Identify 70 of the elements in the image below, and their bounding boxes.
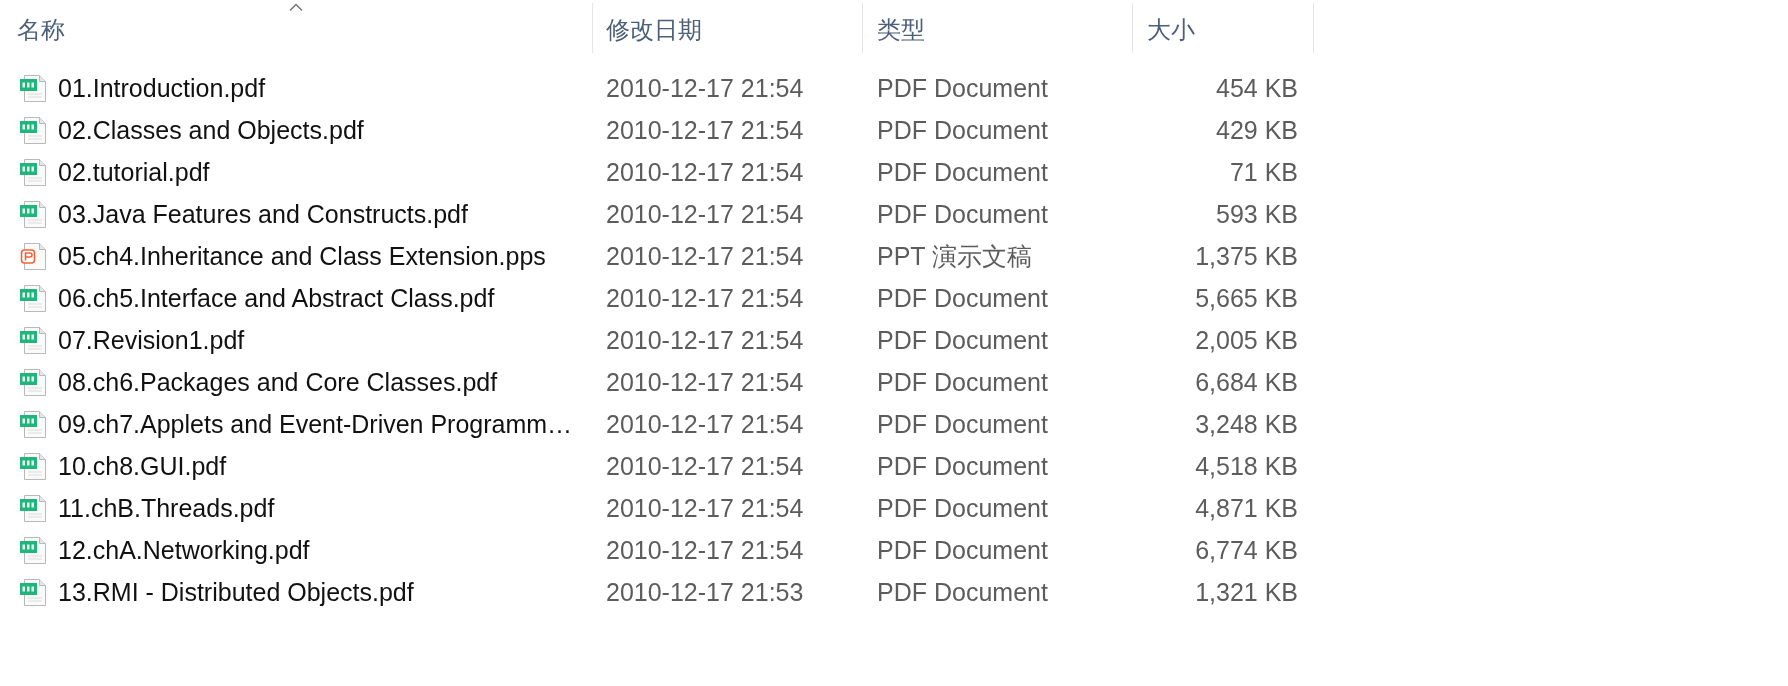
file-type: PPT 演示文稿 [877, 243, 1033, 269]
modified-date: 2010-12-17 21:54 [606, 285, 804, 311]
column-header[interactable]: 修改日期 [593, 3, 863, 53]
file-type: PDF Document [877, 495, 1048, 521]
file-type: PDF Document [877, 75, 1048, 101]
file-size: 1,375 KB [1195, 243, 1298, 269]
modified-date: 2010-12-17 21:54 [606, 369, 804, 395]
file-type: PDF Document [877, 285, 1048, 311]
pdf-file-icon [20, 410, 46, 438]
file-size: 5,665 KB [1195, 285, 1298, 311]
file-type: PDF Document [877, 327, 1048, 353]
file-name[interactable]: 01.Introduction.pdf [58, 75, 266, 101]
file-type: PDF Document [877, 579, 1048, 605]
file-size: 6,774 KB [1195, 537, 1298, 563]
pdf-file-icon [20, 368, 46, 396]
pdf-file-icon [20, 284, 46, 312]
file-name[interactable]: 12.chA.Networking.pdf [58, 537, 310, 563]
file-size: 2,005 KB [1195, 327, 1298, 353]
pdf-file-icon [20, 578, 46, 606]
modified-date: 2010-12-17 21:54 [606, 201, 804, 227]
modified-date: 2010-12-17 21:54 [606, 495, 804, 521]
modified-date: 2010-12-17 21:54 [606, 117, 804, 143]
file-size: 593 KB [1216, 201, 1298, 227]
file-type: PDF Document [877, 159, 1048, 185]
file-name[interactable]: 05.ch4.Inheritance and Class Extension.pps [58, 243, 546, 269]
file-name[interactable]: 10.ch8.GUI.pdf [58, 453, 227, 479]
file-size: 4,871 KB [1195, 495, 1298, 521]
column-header[interactable]: 类型 [863, 3, 1133, 53]
file-type: PDF Document [877, 369, 1048, 395]
pdf-file-icon [20, 116, 46, 144]
modified-date: 2010-12-17 21:54 [606, 159, 804, 185]
file-name[interactable]: 11.chB.Threads.pdf [58, 495, 275, 521]
file-name[interactable]: 08.ch6.Packages and Core Classes.pdf [58, 369, 498, 395]
modified-date: 2010-12-17 21:54 [606, 453, 804, 479]
file-name[interactable]: 09.ch7.Applets and Event-Driven Programm… [58, 411, 573, 437]
file-name[interactable]: 02.tutorial.pdf [58, 159, 210, 185]
file-type: PDF Document [877, 411, 1048, 437]
file-type: PDF Document [877, 537, 1048, 563]
modified-date: 2010-12-17 21:54 [606, 243, 804, 269]
pdf-file-icon [20, 158, 46, 186]
pdf-file-icon [20, 74, 46, 102]
modified-date: 2010-12-17 21:54 [606, 75, 804, 101]
pdf-file-icon [20, 326, 46, 354]
file-size: 454 KB [1216, 75, 1298, 101]
file-name[interactable]: 07.Revision1.pdf [58, 327, 245, 353]
file-type: PDF Document [877, 453, 1048, 479]
file-type: PDF Document [877, 117, 1048, 143]
file-size: 1,321 KB [1195, 579, 1298, 605]
pdf-file-icon [20, 452, 46, 480]
file-size: 71 KB [1229, 159, 1298, 185]
file-size: 4,518 KB [1195, 453, 1298, 479]
file-name[interactable]: 03.Java Features and Constructs.pdf [58, 201, 468, 227]
modified-date: 2010-12-17 21:53 [606, 579, 804, 605]
file-name[interactable]: 13.RMI - Distributed Objects.pdf [58, 579, 414, 605]
modified-date: 2010-12-17 21:54 [606, 411, 804, 437]
column-header[interactable]: 大小 [1133, 3, 1314, 53]
column-header[interactable]: 名称 [0, 3, 593, 53]
modified-date: 2010-12-17 21:54 [606, 327, 804, 353]
presentation-file-icon [20, 242, 46, 270]
pdf-file-icon [20, 536, 46, 564]
file-size: 3,248 KB [1195, 411, 1298, 437]
file-size: 429 KB [1216, 117, 1298, 143]
pdf-file-icon [20, 200, 46, 228]
file-name[interactable]: 02.Classes and Objects.pdf [58, 117, 364, 143]
file-name[interactable]: 06.ch5.Interface and Abstract Class.pdf [58, 285, 495, 311]
file-size: 6,684 KB [1195, 369, 1298, 395]
sort-ascending-icon [289, 3, 303, 11]
modified-date: 2010-12-17 21:54 [606, 537, 804, 563]
file-type: PDF Document [877, 201, 1048, 227]
pdf-file-icon [20, 494, 46, 522]
